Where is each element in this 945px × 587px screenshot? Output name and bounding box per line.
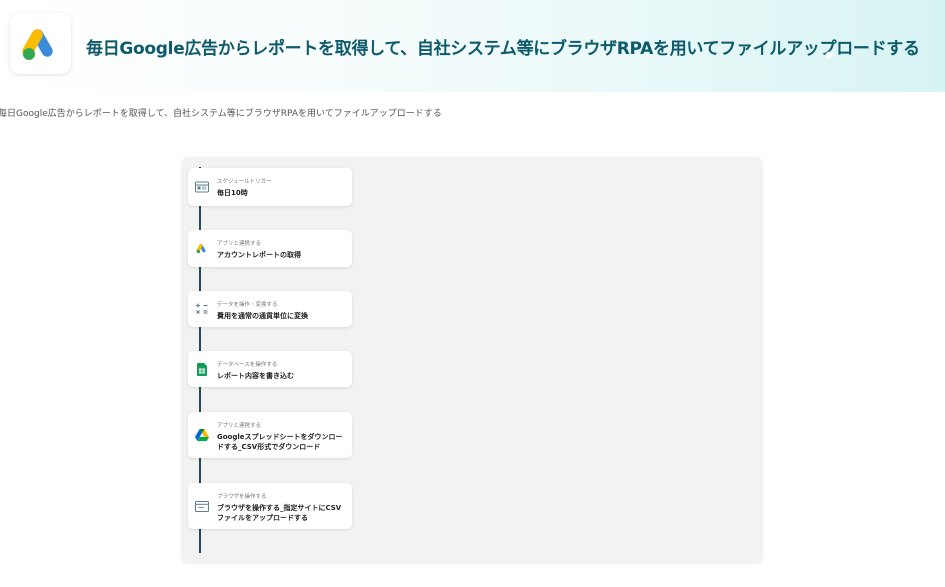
page-subtitle: 毎日Google広告からレポートを取得して、自社システム等にブラウザRPAを用い… xyxy=(0,109,442,119)
browser-icon xyxy=(195,499,209,513)
sparkle-decoration xyxy=(826,52,832,58)
hero-banner: 毎日Google広告からレポートを取得して、自社システム等にブラウザRPAを用い… xyxy=(0,0,945,92)
step-title: レポート内容を書き込む xyxy=(217,372,294,380)
schedule-icon xyxy=(195,180,209,194)
google-drive-icon xyxy=(195,428,209,442)
step-category: データを操作・変換する xyxy=(217,302,278,308)
flow-step-write-report[interactable]: データベースを操作する レポート内容を書き込む xyxy=(188,351,352,387)
step-title: アカウントレポートの取得 xyxy=(217,251,301,259)
step-category: ブラウザを操作する xyxy=(217,494,267,500)
step-title: 費用を通常の通貨単位に変換 xyxy=(217,312,308,320)
google-sheets-icon xyxy=(195,362,209,376)
step-category: スケジュールトリガー xyxy=(217,179,272,185)
flow-step-get-account-report[interactable]: アプリと連携する アカウントレポートの取得 xyxy=(188,230,352,267)
flow-step-convert-currency[interactable]: データを操作・変換する 費用を通常の通貨単位に変換 xyxy=(188,291,352,327)
flow-step-browser-upload[interactable]: ブラウザを操作する ブラウザを操作する_指定サイトにCSVファイルをアップロード… xyxy=(188,483,352,529)
step-title: ブラウザを操作する_指定サイトにCSVファイルをアップロードする xyxy=(217,504,342,522)
step-category: アプリと連携する xyxy=(217,423,262,429)
flow-step-schedule-trigger[interactable]: スケジュールトリガー 毎日10時 xyxy=(188,168,352,206)
page-title: 毎日Google広告からレポートを取得して、自社システム等にブラウザRPAを用い… xyxy=(86,39,920,59)
step-title: Googleスプレッドシートをダウンロードする_CSV形式でダウンロード xyxy=(217,433,343,451)
step-category: アプリと連携する xyxy=(217,241,262,247)
flow-step-download-spreadsheet[interactable]: アプリと連携する Googleスプレッドシートをダウンロードする_CSV形式でダ… xyxy=(188,412,352,458)
step-category: データベースを操作する xyxy=(217,362,278,368)
google-ads-icon xyxy=(195,242,209,256)
app-icon-tile xyxy=(10,13,71,74)
calculator-icon xyxy=(195,302,209,316)
step-title: 毎日10時 xyxy=(217,189,248,197)
google-ads-icon xyxy=(21,28,53,60)
flow-panel: スケジュールトリガー 毎日10時 アプリと連携する アカウントレポートの取得 デ… xyxy=(182,157,762,562)
